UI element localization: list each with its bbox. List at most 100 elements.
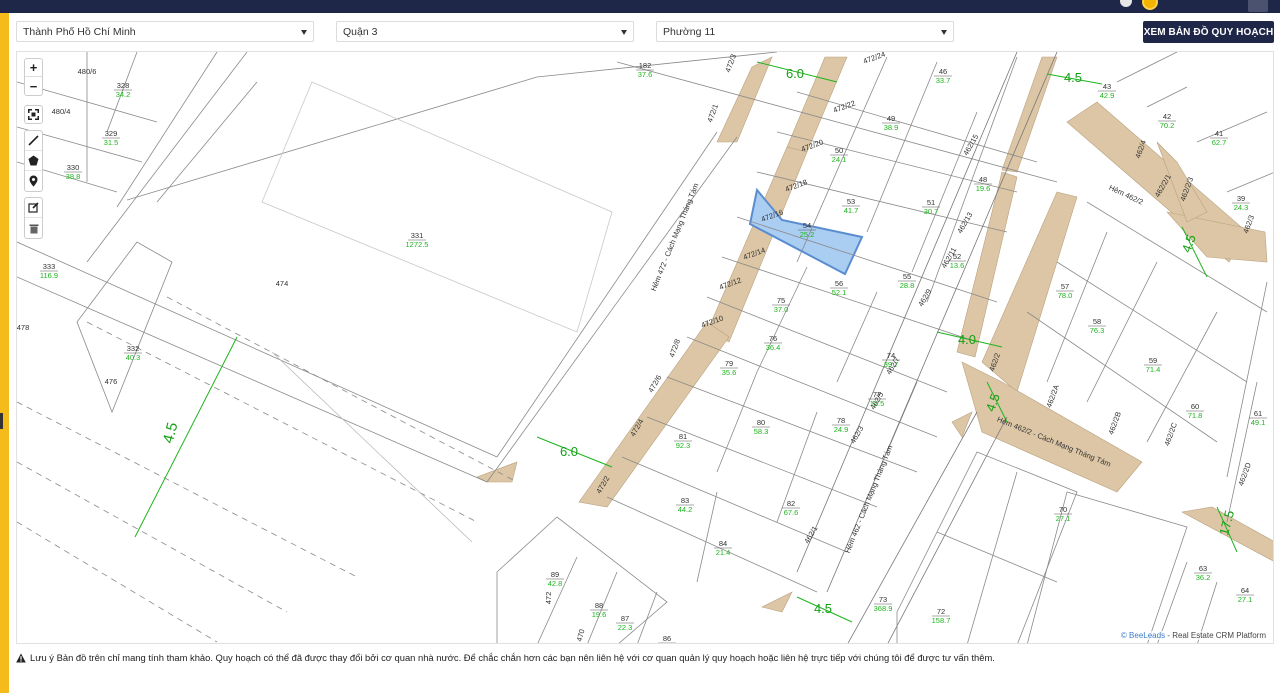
parcel-area: 41.7 xyxy=(844,206,859,215)
parcel-number: 55 xyxy=(903,272,911,281)
parcel-number: 75 xyxy=(777,296,785,305)
ward-select[interactable]: Phường 11 xyxy=(656,21,954,42)
parcel-area: 27.1 xyxy=(1238,595,1253,604)
parcel-line xyxy=(486,136,738,483)
parcel-line xyxy=(116,52,218,208)
parcel-number: 51 xyxy=(927,198,935,207)
parcel-line xyxy=(1196,111,1268,143)
parcel-area: 25.2 xyxy=(800,230,815,239)
parcel-line xyxy=(271,351,473,543)
edit-icon xyxy=(28,202,39,213)
parcel-number: 54 xyxy=(803,221,811,230)
draw-line-button[interactable] xyxy=(25,131,42,151)
parcel-number: 50 xyxy=(835,146,843,155)
house-number: 478 xyxy=(17,323,29,332)
polyline-icon xyxy=(28,135,39,146)
parcel-number: 60 xyxy=(1191,402,1199,411)
city-select[interactable]: Thành Phố Hồ Chí Minh xyxy=(16,21,314,42)
parcel-area: 13.6 xyxy=(950,261,965,270)
sidebar-toggle-handle[interactable] xyxy=(0,413,3,429)
parcel-area: 116.9 xyxy=(40,271,58,280)
edit-layers-button[interactable] xyxy=(25,198,42,218)
view-planning-map-button[interactable]: XEM BẢN ĐỒ QUY HOẠCH xyxy=(1143,21,1274,43)
house-number: 476 xyxy=(105,377,118,386)
zoom-in-button[interactable]: + xyxy=(25,59,42,77)
parcel-area: 21.4 xyxy=(716,548,731,557)
coin-icon[interactable] xyxy=(1142,0,1158,10)
attribution-text: - Real Estate CRM Platform xyxy=(1165,631,1266,640)
delete-layers-button[interactable] xyxy=(25,218,42,238)
parcel-number: 88 xyxy=(595,601,603,610)
top-navbar xyxy=(0,0,1280,13)
parcel-line xyxy=(716,371,758,473)
planning-map[interactable]: 328 34.2 329 31.5 330 38.8 331 1272.5 333 116.9 33… xyxy=(16,51,1274,644)
parcel-area: 28.8 xyxy=(900,281,915,290)
road-width-label: 4.5 xyxy=(814,601,832,616)
parcel-line xyxy=(261,81,613,333)
road-fills xyxy=(476,56,1273,613)
parcel-area: 44.2 xyxy=(678,505,693,514)
parcel-number: 76 xyxy=(769,334,777,343)
parcel-area: 42.9 xyxy=(1100,91,1115,100)
parcel-area: 36.4 xyxy=(766,343,781,352)
zoom-control: + − xyxy=(24,58,43,96)
house-number: 462/2C xyxy=(1162,421,1179,447)
dimension-line xyxy=(134,336,238,538)
parcel-line xyxy=(156,81,258,203)
city-select-value: Thành Phố Hồ Chí Minh xyxy=(23,26,136,38)
parcel-area: 76.3 xyxy=(1090,326,1105,335)
trash-icon xyxy=(29,224,38,233)
warning-icon xyxy=(16,653,26,662)
fullscreen-button[interactable] xyxy=(24,105,43,124)
parcel-number: 46 xyxy=(939,67,947,76)
parcel-area: 368.9 xyxy=(874,604,893,613)
parcel-number: 59 xyxy=(1149,356,1157,365)
parcel-number: 80 xyxy=(757,418,765,427)
parcel-number: 81 xyxy=(679,432,687,441)
avatar[interactable] xyxy=(1248,0,1268,12)
house-number: 462/3 xyxy=(848,424,865,445)
parcel-number: 89 xyxy=(551,570,559,579)
parcel-area: 62.7 xyxy=(1212,138,1227,147)
parcel-area: 71.8 xyxy=(1188,411,1203,420)
map-canvas[interactable]: 32834.2 32931.5 33038.8 3311272.5 333116.9 33… xyxy=(17,52,1274,644)
ward-select-value: Phường 11 xyxy=(663,26,716,38)
draw-polygon-button[interactable] xyxy=(25,151,42,171)
parcel-number: 57 xyxy=(1061,282,1069,291)
parcel-number: 79 xyxy=(725,359,733,368)
parcel-number: 329 xyxy=(105,129,118,138)
house-number: 462/2B xyxy=(1106,410,1123,435)
parcel-area: 92.3 xyxy=(676,441,691,450)
attribution-link[interactable]: © BeeLeads xyxy=(1121,631,1165,640)
house-number: 472/24 xyxy=(862,52,887,66)
parcel-number: 64 xyxy=(1241,586,1249,595)
parcel-area: 37.6 xyxy=(638,70,653,79)
house-number: 480/6 xyxy=(78,67,97,76)
house-number: 472/3 xyxy=(723,53,738,74)
parcel-number: 56 xyxy=(835,279,843,288)
parcel-number: 182 xyxy=(639,61,652,70)
parcel-number: 43 xyxy=(1103,82,1111,91)
chevron-down-icon xyxy=(301,30,307,35)
notification-icon[interactable] xyxy=(1120,0,1132,7)
parcel-line xyxy=(637,591,658,643)
parcel-area: 33.7 xyxy=(936,76,951,85)
parcel-line xyxy=(1146,86,1188,108)
zoom-out-button[interactable]: − xyxy=(25,77,42,95)
draw-marker-button[interactable] xyxy=(25,171,42,191)
polygon-icon xyxy=(28,155,39,166)
district-select[interactable]: Quận 3 xyxy=(336,21,634,42)
parcel-area: 49.1 xyxy=(1251,418,1266,427)
parcel-line xyxy=(896,451,1078,643)
parcel-area: 35.6 xyxy=(722,368,737,377)
parcel-number: 84 xyxy=(719,539,727,548)
parcel-number: 82 xyxy=(787,499,795,508)
parcel-line xyxy=(1116,52,1178,83)
parcel-area: 34.2 xyxy=(116,90,131,99)
dimension-lines xyxy=(134,61,1238,623)
parcel-area: 71.4 xyxy=(1146,365,1161,374)
parcel-area: 24.1 xyxy=(832,155,847,164)
parcel-line xyxy=(1146,311,1218,443)
chevron-down-icon xyxy=(621,30,627,35)
parcel-area: 19.6 xyxy=(592,610,607,619)
